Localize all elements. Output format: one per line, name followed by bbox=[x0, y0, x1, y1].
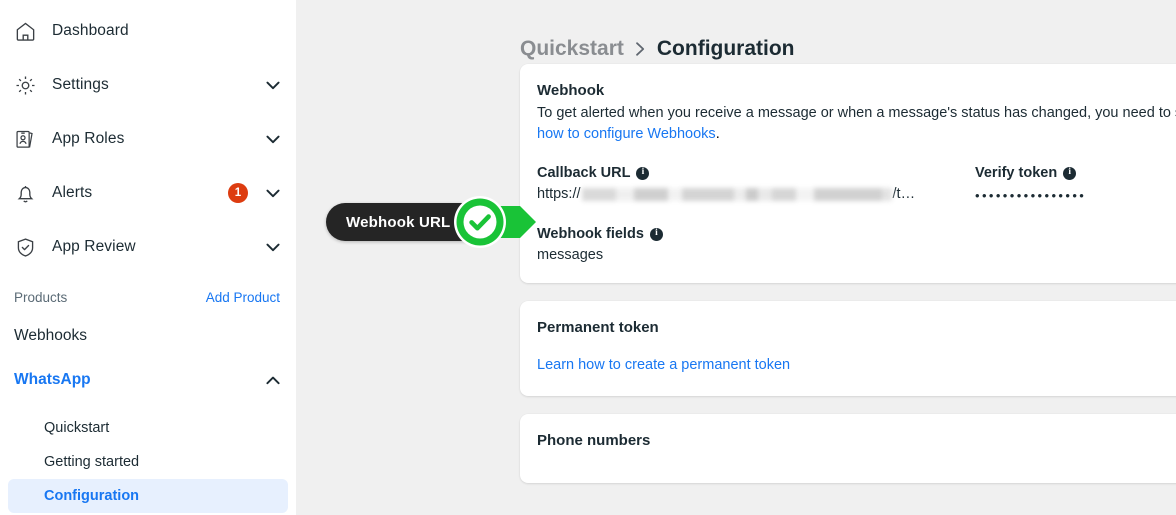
main-content: Quickstart Configuration Webhook To get … bbox=[296, 0, 1176, 515]
callout-label: Webhook URL bbox=[346, 213, 451, 231]
breadcrumb: Quickstart Configuration bbox=[520, 0, 1176, 64]
verify-token-value: •••••••••••••••• bbox=[975, 188, 1087, 203]
phone-numbers-card: Phone numbers bbox=[520, 414, 1176, 483]
sidebar-item-label: Dashboard bbox=[52, 22, 129, 39]
product-label: WhatsApp bbox=[14, 371, 91, 388]
webhook-url-callout: Webhook URL bbox=[326, 196, 536, 248]
sidebar-subitem-getting-started[interactable]: Getting started bbox=[8, 445, 288, 479]
info-icon[interactable]: i bbox=[1063, 166, 1077, 180]
sidebar-item-alerts[interactable]: Alerts 1 bbox=[0, 166, 296, 220]
sidebar-item-webhooks[interactable]: Webhooks bbox=[0, 314, 296, 358]
callback-url-label: Callback URL i bbox=[537, 165, 975, 181]
product-label: Webhooks bbox=[14, 327, 87, 344]
add-product-link[interactable]: Add Product bbox=[206, 290, 280, 305]
sidebar-item-settings[interactable]: Settings bbox=[0, 58, 296, 112]
sidebar-item-dashboard[interactable]: Dashboard bbox=[0, 4, 296, 58]
webhook-card-description-line2: how to configure Webhooks. bbox=[537, 124, 1176, 145]
sidebar-item-whatsapp[interactable]: WhatsApp bbox=[0, 358, 296, 402]
subitem-label: Configuration bbox=[44, 488, 140, 504]
callback-url-label-text: Callback URL bbox=[537, 165, 631, 181]
home-icon bbox=[12, 18, 38, 44]
sidebar: Dashboard Settings App Roles Alerts 1 Ap… bbox=[0, 0, 296, 515]
products-header: Products Add Product bbox=[0, 280, 296, 314]
webhook-fields-value: messages bbox=[537, 247, 604, 263]
gear-icon bbox=[12, 72, 38, 98]
chevron-right-icon bbox=[635, 41, 646, 57]
sidebar-subitem-quickstart[interactable]: Quickstart bbox=[8, 411, 288, 445]
alerts-badge: 1 bbox=[228, 183, 248, 203]
id-card-icon bbox=[12, 126, 38, 152]
permanent-token-title: Permanent token bbox=[537, 319, 659, 336]
webhook-card-title: Webhook bbox=[537, 82, 605, 99]
redacted-url-region bbox=[581, 187, 892, 201]
webhook-fields-label-text: Webhook fields bbox=[537, 226, 644, 242]
webhook-card-description: To get alerted when you receive a messag… bbox=[537, 105, 1176, 121]
webhook-fields-label: Webhook fields i bbox=[537, 226, 1176, 242]
sidebar-item-label: Alerts bbox=[52, 184, 93, 201]
chevron-down-icon[interactable] bbox=[266, 132, 280, 146]
sidebar-item-label: Settings bbox=[52, 76, 109, 93]
subitem-label: Getting started bbox=[44, 454, 140, 470]
permanent-token-link[interactable]: Learn how to create a permanent token bbox=[537, 357, 790, 373]
info-icon[interactable]: i bbox=[636, 166, 650, 180]
page-title: Configuration bbox=[656, 37, 795, 60]
content-column: Quickstart Configuration Webhook To get … bbox=[520, 0, 1176, 515]
verify-token-label: Verify token i bbox=[975, 165, 1176, 181]
app-root: Dashboard Settings App Roles Alerts 1 Ap… bbox=[0, 0, 1176, 515]
chevron-down-icon[interactable] bbox=[266, 186, 280, 200]
subitem-label: Quickstart bbox=[44, 420, 110, 436]
sidebar-item-label: App Review bbox=[52, 238, 136, 255]
check-circle-icon bbox=[453, 195, 507, 249]
webhook-card: Webhook To get alerted when you receive … bbox=[520, 64, 1176, 283]
chevron-down-icon[interactable] bbox=[266, 78, 280, 92]
description-period: . bbox=[715, 126, 720, 142]
products-label: Products bbox=[14, 289, 68, 305]
chevron-down-icon[interactable] bbox=[266, 240, 280, 254]
verify-token-field: Verify token i •••••••••••••••• bbox=[975, 165, 1176, 206]
sidebar-subitem-configuration[interactable]: Configuration bbox=[8, 479, 288, 513]
breadcrumb-parent[interactable]: Quickstart bbox=[520, 37, 624, 61]
sidebar-item-label: App Roles bbox=[52, 130, 125, 147]
verify-token-label-text: Verify token bbox=[975, 165, 1058, 181]
callback-url-field: Callback URL i https:// /t… bbox=[537, 165, 975, 206]
shield-check-icon bbox=[12, 234, 38, 260]
permanent-token-card: Permanent token Learn how to create a pe… bbox=[520, 301, 1176, 396]
sidebar-item-app-roles[interactable]: App Roles bbox=[0, 112, 296, 166]
info-icon[interactable]: i bbox=[649, 227, 663, 241]
callback-url-suffix: /t… bbox=[892, 186, 916, 202]
callback-url-value: https:// /t… bbox=[537, 186, 975, 202]
sidebar-item-app-review[interactable]: App Review bbox=[0, 220, 296, 274]
webhook-fields-block: Webhook fields i messages bbox=[537, 226, 1176, 263]
bell-icon bbox=[12, 180, 38, 206]
phone-numbers-title: Phone numbers bbox=[537, 432, 651, 449]
webhook-fields-row: Callback URL i https:// /t… Verify token bbox=[537, 165, 1176, 206]
configure-webhooks-link[interactable]: how to configure Webhooks bbox=[537, 126, 716, 142]
chevron-up-icon[interactable] bbox=[266, 373, 280, 387]
